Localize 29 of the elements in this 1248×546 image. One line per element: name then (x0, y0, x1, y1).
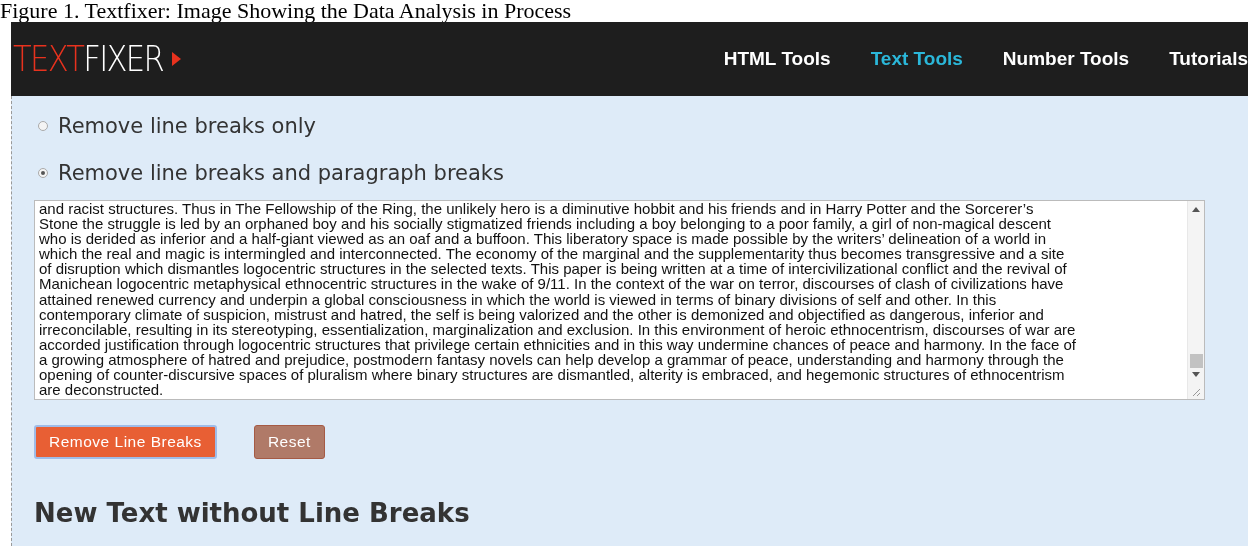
option-label: Remove line breaks and paragraph breaks (58, 160, 504, 185)
text-line: Manichean logocentric metaphysical ethnocentric structures in the wake of 9/11. In the context of the war on terror, discourses of clash of civilizations have (39, 276, 1065, 292)
triangle-icon (171, 52, 181, 66)
nav-link[interactable]: HTML Tools (703, 48, 851, 70)
text-line: which the real and magic is intermingled and interconnected. The economy of the marginal and the supplementarity thus becomes transgressive and a site (39, 246, 1065, 262)
text-line: and racist structures. Thus in The Fellowship of the Ring, the unlikely hero is a diminutive hobbit and his friends and in Harry Potter and the Sorcerer’s (39, 201, 1034, 217)
radio-button[interactable] (38, 120, 48, 131)
resize-grip-icon[interactable] (1191, 387, 1201, 397)
text-line: of disruption which dismantles logocentric structures in the selected texts. This paper is being written at a time of intercivilizational conflict and the revival of (39, 261, 1068, 277)
option-label: Remove line breaks only (58, 113, 316, 138)
figure-caption: Figure 1. Textfixer: Image Showing the Data Analysis in Process (0, 0, 572, 22)
section-heading: New Text without Line Breaks (34, 498, 471, 528)
nav-link[interactable]: Tutorials (1149, 48, 1248, 70)
logo-text[interactable]: TEXTFIXER (13, 41, 164, 77)
text-line: accorded justification through logocentric structures that privilege certain ethnicities and in this way undermine chances of peace and harmony. In the face of (39, 336, 1077, 352)
scroll-down-icon[interactable] (1192, 372, 1200, 377)
text-line: attained renewed currency and underpin a global consciousness in which the world is viewed in terms of binary divisions of self and other. In this (39, 291, 998, 307)
text-line: who is derided as inferior and a half-giant viewed as an oaf and a buffoon. This liberatory space is made possible by the writers’ delineation of a world in (39, 231, 1046, 247)
nav-link[interactable]: Number Tools (982, 48, 1150, 70)
text-line: opening of counter-discursive spaces of pluralism where binary structures are dismantled, alterity is embraced, and hegemonic structures of ethnocentrism (39, 367, 1066, 383)
nav-link[interactable]: Text Tools (850, 48, 983, 70)
reset-button[interactable]: Reset (253, 425, 325, 459)
text-area[interactable] (34, 200, 1205, 400)
radio-button[interactable] (38, 167, 48, 178)
scrollbar[interactable] (1187, 201, 1204, 399)
text-line: Stone the struggle is led by an orphaned boy and his socially stigmatized friends including a boy belonging to a poor family, a girl of non-magical descent (39, 216, 1052, 232)
text-line: are deconstructed. (39, 382, 165, 398)
scroll-thumb[interactable] (1189, 354, 1203, 368)
scroll-up-icon[interactable] (1192, 207, 1200, 212)
